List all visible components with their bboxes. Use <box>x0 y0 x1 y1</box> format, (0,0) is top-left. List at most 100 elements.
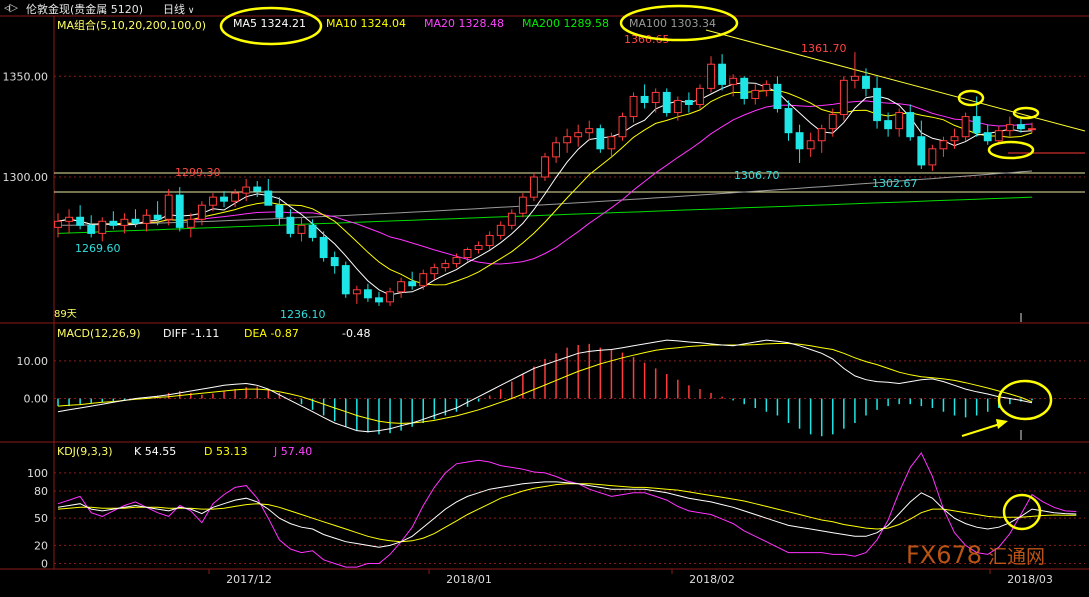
top-bar: ◃▷ 伦敦金现(贵金属 5120) 日线 ∨ <box>0 0 1089 16</box>
candle <box>983 124 992 145</box>
candle-body <box>87 224 96 234</box>
candle-body <box>806 140 815 150</box>
candle-body <box>662 91 671 114</box>
candle <box>773 76 782 113</box>
d-legend: D 53.13 <box>204 445 248 458</box>
price-annotation: 1269.60 <box>75 242 121 255</box>
candle <box>352 285 361 304</box>
candle-body <box>972 116 981 134</box>
candle <box>784 100 793 141</box>
candle-body <box>363 289 372 299</box>
ma-legend-title[interactable]: MA组合(5,10,20,200,100,0) <box>57 17 206 33</box>
candle-body <box>939 140 948 150</box>
candle-body <box>507 212 516 226</box>
candle-body <box>1028 128 1036 131</box>
candle <box>386 287 394 306</box>
kdj-tick-label: 100 <box>27 467 48 480</box>
candle <box>496 221 505 240</box>
instrument-title[interactable]: 伦敦金现(贵金属 5120) <box>26 1 143 17</box>
ma10-legend: MA10 1324.04 <box>326 17 406 30</box>
dea-legend: DEA -0.87 <box>244 327 299 340</box>
candle-body <box>530 176 538 198</box>
x-axis-label: 2018/01 <box>446 573 492 586</box>
candle <box>839 76 848 121</box>
candle-body <box>707 63 715 89</box>
candle <box>430 263 439 280</box>
candle <box>884 112 893 137</box>
arrow-shaft <box>961 423 1001 437</box>
kdj-tick-label: 20 <box>34 539 48 552</box>
candle-body <box>518 196 527 214</box>
candle <box>629 92 638 123</box>
candle <box>906 104 915 141</box>
candle-body <box>474 244 483 251</box>
ma20-legend: MA20 1328.48 <box>424 17 504 30</box>
candle-body <box>784 108 793 134</box>
candle-body <box>98 220 107 234</box>
candle-body <box>275 204 284 218</box>
macd-legend-title[interactable]: MACD(12,26,9) <box>57 327 141 340</box>
candle <box>574 124 583 147</box>
price-annotation: 1302.67 <box>872 177 918 190</box>
candle-body <box>109 220 118 226</box>
kdj-tick-label: 50 <box>34 512 48 525</box>
candle-body <box>541 156 549 178</box>
candle <box>917 120 926 169</box>
candle-body <box>828 114 837 130</box>
candle-body <box>994 130 1003 142</box>
candle <box>142 209 151 232</box>
candle-body <box>463 249 472 259</box>
candle <box>751 84 760 105</box>
candle <box>76 205 85 230</box>
candle-body <box>164 194 173 220</box>
candle-body <box>496 224 505 236</box>
candle-body <box>983 132 992 142</box>
candle <box>87 215 96 238</box>
price-annotation: 1306.70 <box>734 169 780 182</box>
candle-body <box>684 99 693 105</box>
ma100-legend: MA100 1303.34 <box>629 17 716 30</box>
candle-body <box>209 196 217 206</box>
candle-body <box>419 273 428 287</box>
diff-legend: DIFF -1.11 <box>163 327 220 340</box>
candle-body <box>76 216 85 226</box>
period-selector[interactable]: 日线 ∨ <box>163 1 194 17</box>
candle-body <box>884 120 893 130</box>
nav-arrows-icon[interactable]: ◃▷ <box>4 1 18 14</box>
candle <box>662 88 671 117</box>
candle-body <box>917 136 926 166</box>
candle <box>275 197 284 226</box>
candle <box>419 269 428 290</box>
candle-body <box>131 218 140 224</box>
candle-body <box>54 220 62 228</box>
candle-body <box>242 186 251 194</box>
ma5-legend: MA5 1324.21 <box>233 17 306 30</box>
candle-body <box>430 267 439 275</box>
candle <box>65 209 73 234</box>
candle <box>264 179 273 206</box>
x-axis-label: 2018/02 <box>689 573 735 586</box>
candle <box>220 191 228 208</box>
candle-body <box>1005 124 1014 132</box>
candle-body <box>574 132 583 138</box>
candle-body <box>640 95 649 103</box>
candle-body <box>729 77 738 85</box>
price-tick-label: 1350.00 <box>3 70 49 83</box>
price-tick-label: 1300.00 <box>3 171 49 184</box>
price-annotation: 1299.30 <box>175 166 221 179</box>
candle <box>186 213 195 238</box>
candle <box>563 128 572 153</box>
kdj-legend-title[interactable]: KDJ(9,3,3) <box>57 445 113 458</box>
candle-body <box>142 214 151 224</box>
candle <box>308 219 317 242</box>
candle <box>98 217 107 242</box>
candle-body <box>375 297 383 303</box>
candle-body <box>386 291 394 303</box>
period-label: 日线 <box>163 3 185 16</box>
candle <box>707 56 715 93</box>
macd-tick-label: 10.00 <box>17 355 49 368</box>
candle <box>873 76 881 129</box>
candle <box>817 124 826 153</box>
candle-body <box>186 218 195 228</box>
candle-body <box>65 216 73 222</box>
